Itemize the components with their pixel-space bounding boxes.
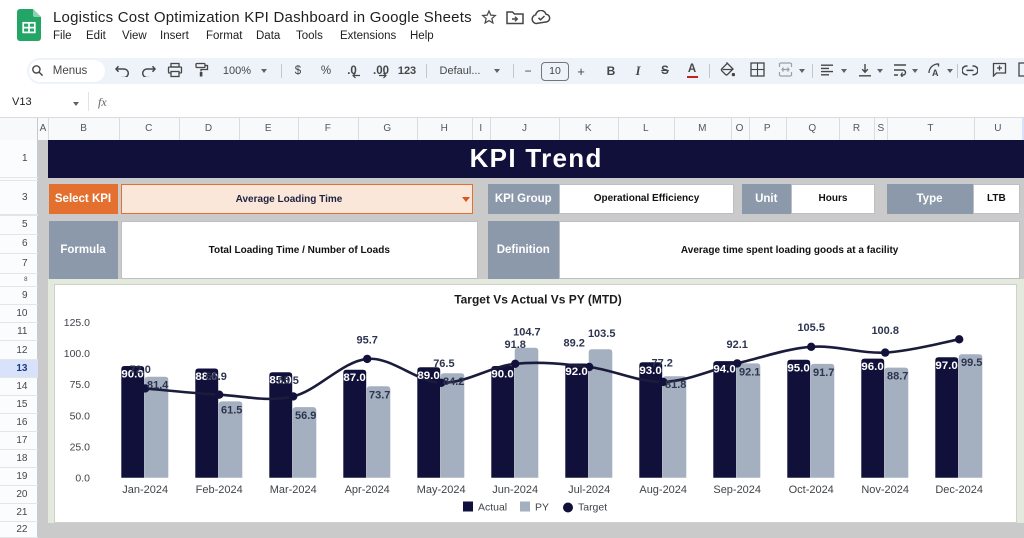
svg-text:99.5: 99.5 <box>961 357 982 369</box>
svg-text:61.5: 61.5 <box>221 404 242 416</box>
svg-text:72.0: 72.0 <box>130 363 151 375</box>
svg-text:94.0: 94.0 <box>713 363 735 375</box>
svg-text:84.2: 84.2 <box>443 376 464 388</box>
svg-text:Nov-2024: Nov-2024 <box>861 483 909 495</box>
svg-text:88.7: 88.7 <box>887 370 908 382</box>
svg-text:105.5: 105.5 <box>797 322 825 334</box>
svg-text:Target Vs Actual Vs PY (MTD): Target Vs Actual Vs PY (MTD) <box>454 292 622 306</box>
svg-text:89.2: 89.2 <box>564 337 585 349</box>
svg-text:50.0: 50.0 <box>70 411 91 422</box>
svg-text:89.0: 89.0 <box>417 369 439 381</box>
svg-text:97.0: 97.0 <box>935 359 957 371</box>
svg-text:75.0: 75.0 <box>70 380 91 391</box>
svg-text:95.0: 95.0 <box>787 362 809 374</box>
svg-text:90.0: 90.0 <box>491 368 513 380</box>
svg-text:Actual: Actual <box>478 502 507 513</box>
svg-text:66.9: 66.9 <box>206 371 227 383</box>
svg-text:125.0: 125.0 <box>64 318 90 329</box>
svg-text:103.5: 103.5 <box>588 327 616 339</box>
svg-text:0.0: 0.0 <box>75 473 90 484</box>
svg-text:95.7: 95.7 <box>357 334 378 346</box>
svg-text:25.0: 25.0 <box>70 442 91 453</box>
svg-text:92.0: 92.0 <box>565 365 587 377</box>
svg-text:Feb-2024: Feb-2024 <box>196 483 243 495</box>
svg-text:Sep-2024: Sep-2024 <box>713 483 761 495</box>
svg-text:91.8: 91.8 <box>505 339 526 351</box>
svg-text:May-2024: May-2024 <box>417 483 466 495</box>
svg-text:92.1: 92.1 <box>727 338 748 350</box>
svg-text:Dec-2024: Dec-2024 <box>935 483 983 495</box>
svg-text:Jun-2024: Jun-2024 <box>492 483 538 495</box>
svg-text:77.2: 77.2 <box>652 357 673 369</box>
svg-text:Mar-2024: Mar-2024 <box>270 483 317 495</box>
svg-text:A: A <box>932 68 939 77</box>
svg-text:Jan-2024: Jan-2024 <box>122 483 168 495</box>
svg-text:Oct-2024: Oct-2024 <box>789 483 834 495</box>
svg-text:Target: Target <box>578 502 607 513</box>
svg-text:73.7: 73.7 <box>369 389 390 401</box>
svg-text:76.5: 76.5 <box>433 358 454 370</box>
svg-text:96.0: 96.0 <box>861 361 883 373</box>
svg-text:91.7: 91.7 <box>813 366 834 378</box>
svg-text:100.0: 100.0 <box>64 349 90 360</box>
svg-text:PY: PY <box>535 502 549 513</box>
svg-text:56.9: 56.9 <box>295 410 316 422</box>
svg-text:81.4: 81.4 <box>147 379 169 391</box>
svg-text:104.7: 104.7 <box>513 326 541 338</box>
svg-text:Jul-2024: Jul-2024 <box>568 483 610 495</box>
svg-text:65.5: 65.5 <box>278 374 299 386</box>
svg-text:87.0: 87.0 <box>343 372 365 384</box>
svg-text:100.8: 100.8 <box>871 324 899 336</box>
svg-text:81.8: 81.8 <box>665 379 686 391</box>
svg-text:92.1: 92.1 <box>739 366 760 378</box>
svg-text:Apr-2024: Apr-2024 <box>345 483 390 495</box>
svg-text:Aug-2024: Aug-2024 <box>639 483 687 495</box>
